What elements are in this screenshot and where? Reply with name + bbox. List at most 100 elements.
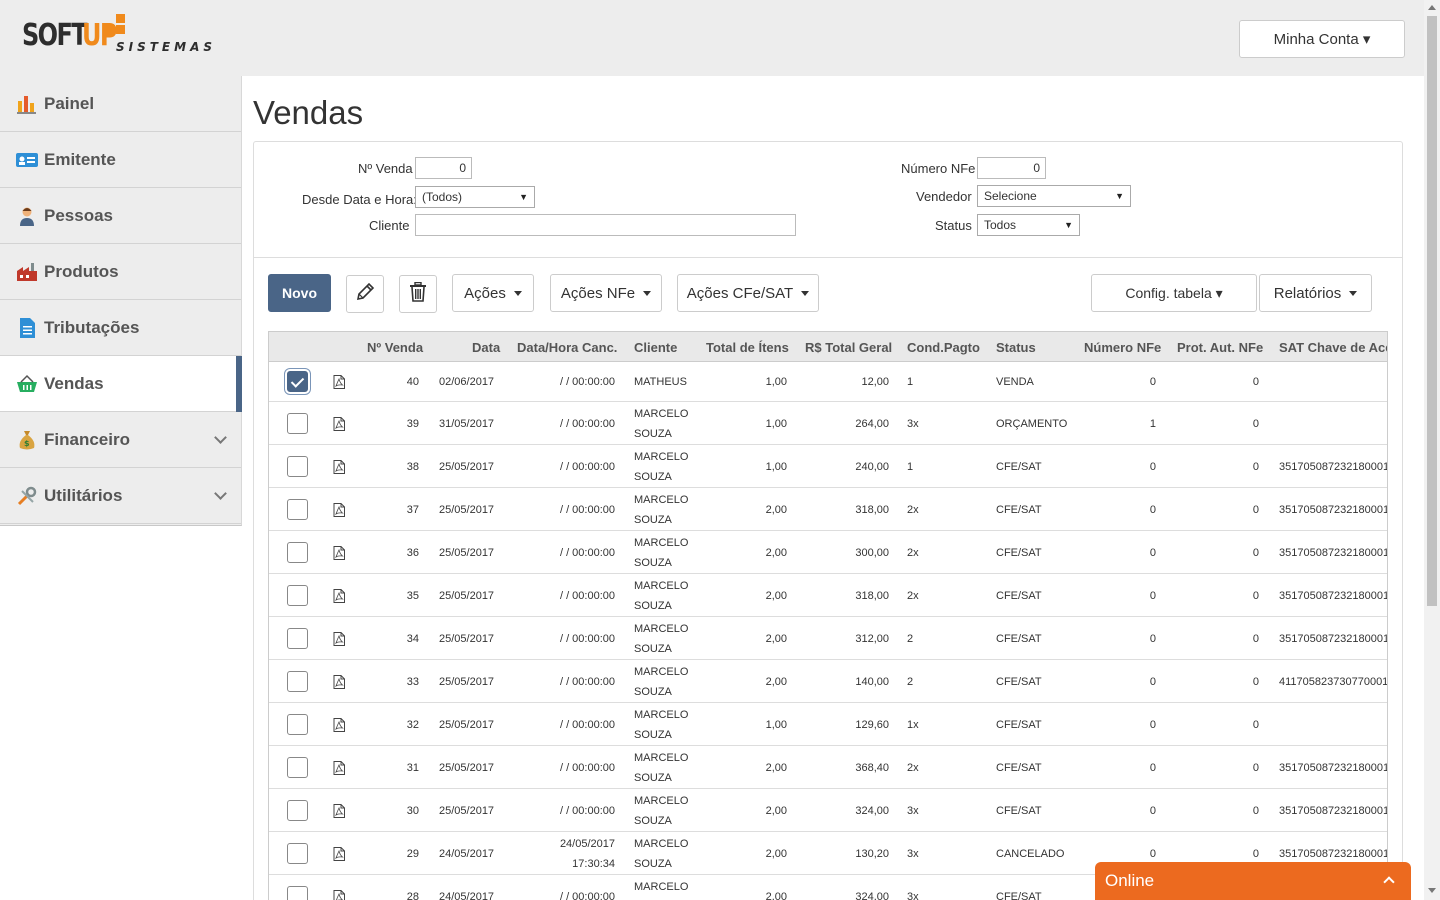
cell-total-itens: 1,00 [765,376,787,388]
table-row[interactable]: 35 25/05/2017 2,00 318,00 2x CFE/SAT 0 0 3517050… [269,574,1387,617]
column-header-prot-aut-nfe[interactable]: Prot. Aut. NFe [1177,340,1263,355]
column-header-sat-chave[interactable]: SAT Chave de Aces [1279,340,1387,355]
nfe-number-input[interactable]: 0 [977,157,1046,179]
table-row[interactable]: 32 25/05/2017 1,00 129,60 1x CFE/SAT 0 0 / / 00:… [269,703,1387,746]
sidebar-item-emitente[interactable]: Emitente [0,132,241,188]
softup-logo[interactable]: SOFT UP SISTEMAS [22,12,222,56]
column-header-data[interactable]: Data [472,340,500,355]
pdf-file-icon[interactable] [333,503,345,517]
pdf-file-icon[interactable] [333,375,345,389]
account-menu-button[interactable]: Minha Conta ▾ [1239,20,1405,58]
pdf-file-icon[interactable] [333,761,345,775]
table-row[interactable]: 33 25/05/2017 2,00 140,00 2 CFE/SAT 0 0 41170582… [269,660,1387,703]
sidebar-item-painel[interactable]: Painel [0,76,241,132]
row-checkbox[interactable] [287,671,308,692]
row-checkbox[interactable] [287,413,308,434]
table-row[interactable]: 34 25/05/2017 2,00 312,00 2 CFE/SAT 0 0 35170508… [269,617,1387,660]
id-card-icon [16,149,38,171]
row-checkbox[interactable] [287,886,308,900]
cell-cliente: MARCELO [634,752,689,764]
sidebar-item-tributacoes[interactable]: Tributações [0,300,241,356]
vendedor-select[interactable]: Selecione ▼ [977,185,1131,207]
acoes-dropdown[interactable]: Ações [452,274,534,312]
pdf-file-icon[interactable] [333,890,345,900]
table-row[interactable]: 30 25/05/2017 2,00 324,00 3x CFE/SAT 0 0 3517050… [269,789,1387,832]
column-header-total-itens[interactable]: Total de Ítens [706,340,789,355]
desde-date-select[interactable]: (Todos) ▼ [415,186,535,208]
table-row[interactable]: 37 25/05/2017 2,00 318,00 2x CFE/SAT 0 0 3517050… [269,488,1387,531]
cell-cond-pagto: 2 [907,676,914,688]
config-tabela-button[interactable]: Config. tabela ▾ [1091,274,1257,312]
edit-button[interactable] [346,275,384,313]
cliente-input[interactable] [415,214,796,236]
row-checkbox[interactable] [287,757,308,778]
chevron-down-icon[interactable] [214,431,227,444]
column-header-cliente[interactable]: Cliente [634,340,677,355]
pdf-file-icon[interactable] [333,632,345,646]
row-checkbox[interactable] [287,714,308,735]
table-row[interactable]: 36 25/05/2017 2,00 300,00 2x CFE/SAT 0 0 3517050… [269,531,1387,574]
row-checkbox[interactable] [287,371,308,392]
pdf-file-icon[interactable] [333,847,345,861]
sidebar-item-financeiro[interactable]: $ Financeiro [0,412,241,468]
sidebar-item-pessoas[interactable]: Pessoas [0,188,241,244]
table-row[interactable]: 39 31/05/2017 1,00 264,00 3x ORÇAMENTO 1 0 / / 0… [269,402,1387,445]
cell-data-canc: / / 00:00:00 [559,461,615,473]
column-header-numero-nfe[interactable]: Número NFe [1084,340,1161,355]
caret-down-icon: ▼ [519,192,528,202]
scrollbar-thumb[interactable] [1427,16,1437,606]
scroll-up-arrow-icon[interactable] [1428,5,1436,10]
row-checkbox[interactable] [287,800,308,821]
chevron-down-icon[interactable] [214,487,227,500]
row-checkbox[interactable] [287,628,308,649]
caret-down-icon [513,290,522,296]
pdf-file-icon[interactable] [333,718,345,732]
cell-cliente-surname: SOUZA [634,643,672,655]
cell-cliente: MARCELO [634,623,689,635]
cell-status: CFE/SAT [996,676,1042,688]
table-row[interactable]: 31 25/05/2017 2,00 368,40 2x CFE/SAT 0 0 3517050… [269,746,1387,789]
novo-button[interactable]: Novo [268,274,331,312]
logo-square [116,14,125,23]
row-checkbox[interactable] [287,843,308,864]
caret-down-icon [801,290,810,296]
cell-cond-pagto: 1x [907,719,919,731]
column-header-data-canc[interactable]: Data/Hora Canc. [517,340,617,355]
pdf-file-icon[interactable] [333,460,345,474]
pdf-file-icon[interactable] [333,804,345,818]
cell-data: 31/05/2017 [439,418,495,430]
column-header-status[interactable]: Status [996,340,1036,355]
relatorios-dropdown[interactable]: Relatórios [1259,274,1372,312]
venda-number-input[interactable]: 0 [415,157,472,179]
pdf-file-icon[interactable] [333,589,345,603]
status-select[interactable]: Todos ▼ [977,214,1080,236]
row-checkbox[interactable] [287,542,308,563]
cell-cond-pagto: 2x [907,504,919,516]
column-header-cond-pagto[interactable]: Cond.Pagto [907,340,980,355]
pdf-file-icon[interactable] [333,417,345,431]
chart-icon [16,93,38,115]
sidebar-item-vendas[interactable]: Vendas [0,356,242,412]
column-header-total-geral[interactable]: R$ Total Geral [805,340,892,355]
acoes-nfe-dropdown[interactable]: Ações NFe [550,274,662,312]
cell-total-itens: 2,00 [765,504,787,516]
table-row[interactable]: 38 25/05/2017 1,00 240,00 1 CFE/SAT 0 0 35170508… [269,445,1387,488]
chevron-up-icon[interactable] [1383,876,1395,888]
pdf-file-icon[interactable] [333,546,345,560]
row-checkbox[interactable] [287,499,308,520]
column-header-num-venda[interactable]: Nº Venda [367,340,423,355]
pdf-file-icon[interactable] [333,675,345,689]
cell-cliente: MARCELO [634,494,689,506]
table-row[interactable]: 40 02/06/2017 1,00 12,00 1 VENDA 0 0 / / 00:00:0… [269,362,1387,402]
scroll-down-arrow-icon[interactable] [1428,888,1436,893]
row-checkbox[interactable] [287,456,308,477]
page-scrollbar[interactable] [1424,0,1440,900]
sidebar-item-utilitarios[interactable]: Utilitários [0,468,241,524]
delete-button[interactable] [399,275,437,313]
sidebar-item-produtos[interactable]: Produtos [0,244,241,300]
row-checkbox[interactable] [287,585,308,606]
acoes-cfe-sat-dropdown[interactable]: Ações CFe/SAT [677,274,819,312]
online-chat-widget[interactable]: Online [1095,862,1411,900]
sidebar-item-label: Vendas [44,373,104,393]
svg-text:$: $ [24,439,30,448]
